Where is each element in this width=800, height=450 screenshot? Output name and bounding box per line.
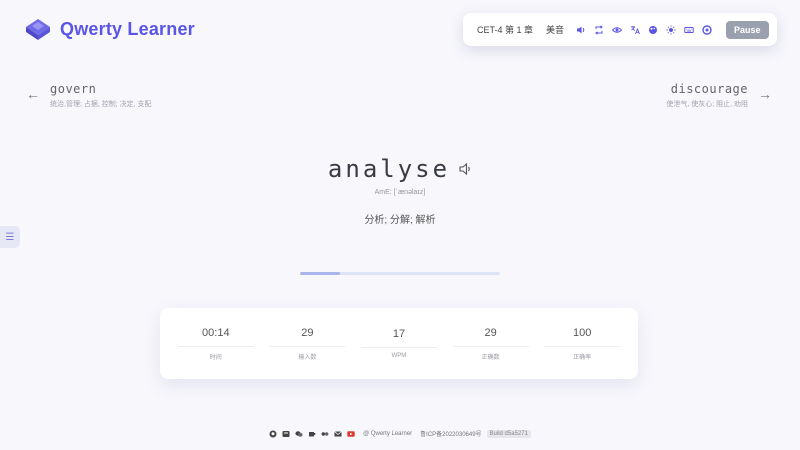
build-badge: Build d5a5271 (486, 429, 531, 438)
volume-icon[interactable] (576, 25, 586, 35)
theme-icon[interactable] (648, 25, 658, 35)
stat-value: 100 (544, 327, 621, 347)
word-list-toggle[interactable]: ☰ (0, 226, 20, 248)
current-word: analyse (327, 155, 451, 183)
list-icon: ☰ (5, 231, 15, 243)
arrow-right-icon: → (758, 86, 772, 102)
stat-value: 17 (360, 328, 437, 348)
stats-panel: 00:14 时间 29 输入数 17 WPM 29 正确数 100 正确率 (160, 308, 638, 379)
stat-label: WPM (391, 353, 407, 359)
mail-icon[interactable] (334, 430, 342, 438)
next-word-text: discourage 使泄气, 使灰心; 阻止, 劝阻 (666, 82, 748, 109)
previous-word[interactable]: ← govern 统治,管理; 占据, 控制; 决定, 支配 (26, 82, 152, 109)
stat-wpm: 17 WPM (360, 328, 437, 359)
chat-icon[interactable] (295, 430, 303, 438)
footer: @ Qwerty Learner 鲁ICP备2022030649号 Build … (0, 429, 800, 438)
community-icon[interactable] (321, 430, 329, 438)
stat-label: 正确率 (573, 354, 592, 361)
speaker-icon[interactable] (458, 162, 472, 176)
keyboard-logo-icon (26, 19, 50, 40)
next-word-label: discourage (670, 82, 748, 96)
sun-icon[interactable] (666, 25, 676, 35)
progress-fill (300, 272, 340, 275)
stat-accuracy: 100 正确率 (544, 327, 621, 361)
github-icon[interactable] (269, 430, 277, 438)
chapter-progress-bar (300, 272, 500, 275)
logo[interactable]: Qwerty Learner (22, 15, 195, 43)
info-icon[interactable] (702, 24, 712, 35)
stat-label: 时间 (209, 354, 222, 361)
pause-button[interactable]: Pause (726, 20, 769, 39)
stat-label: 正确数 (481, 354, 500, 361)
arrow-left-icon: ← (26, 86, 40, 102)
icp-license[interactable]: 鲁ICP备2022030649号 (420, 429, 481, 438)
keyboard-icon[interactable] (684, 25, 694, 35)
translate-icon[interactable] (630, 25, 640, 35)
stat-value: 29 (269, 327, 346, 347)
stat-value: 00:14 (177, 327, 254, 347)
stat-label: 输入数 (298, 354, 317, 361)
current-word-row: analyse (0, 155, 800, 183)
app-root: Qwerty Learner CET-4 第 1 章 美音 Pause ← go… (0, 0, 800, 450)
video-icon[interactable] (347, 430, 355, 438)
previous-word-translation: 统治,管理; 占据, 控制; 决定, 支配 (50, 101, 152, 108)
word-translation: 分析; 分解; 解析 (364, 215, 436, 226)
stat-correct-count: 29 正确数 (452, 327, 529, 361)
copyright[interactable]: @ Qwerty Learner (363, 431, 412, 437)
previous-word-label: govern (50, 82, 97, 96)
next-word-translation: 使泄气, 使灰心; 阻止, 劝阻 (666, 101, 748, 108)
eye-icon[interactable] (612, 25, 623, 35)
stat-input-count: 29 输入数 (269, 327, 346, 361)
wechat-icon[interactable] (282, 430, 290, 438)
next-word[interactable]: discourage 使泄气, 使灰心; 阻止, 劝阻 → (666, 82, 772, 109)
accent-selector[interactable]: 美音 (546, 23, 564, 36)
phonetic: AmE: [ˈænəlaɪz] (374, 189, 426, 196)
toolbar: CET-4 第 1 章 美音 Pause (463, 13, 777, 46)
dictionary-selector[interactable]: CET-4 第 1 章 (477, 23, 533, 36)
previous-word-text: govern 统治,管理; 占据, 控制; 决定, 支配 (50, 82, 152, 109)
stat-time: 00:14 时间 (177, 327, 254, 361)
app-title: Qwerty Learner (60, 18, 195, 39)
coffee-icon[interactable] (308, 430, 316, 438)
stat-value: 29 (452, 327, 529, 347)
loop-icon[interactable] (594, 24, 604, 35)
